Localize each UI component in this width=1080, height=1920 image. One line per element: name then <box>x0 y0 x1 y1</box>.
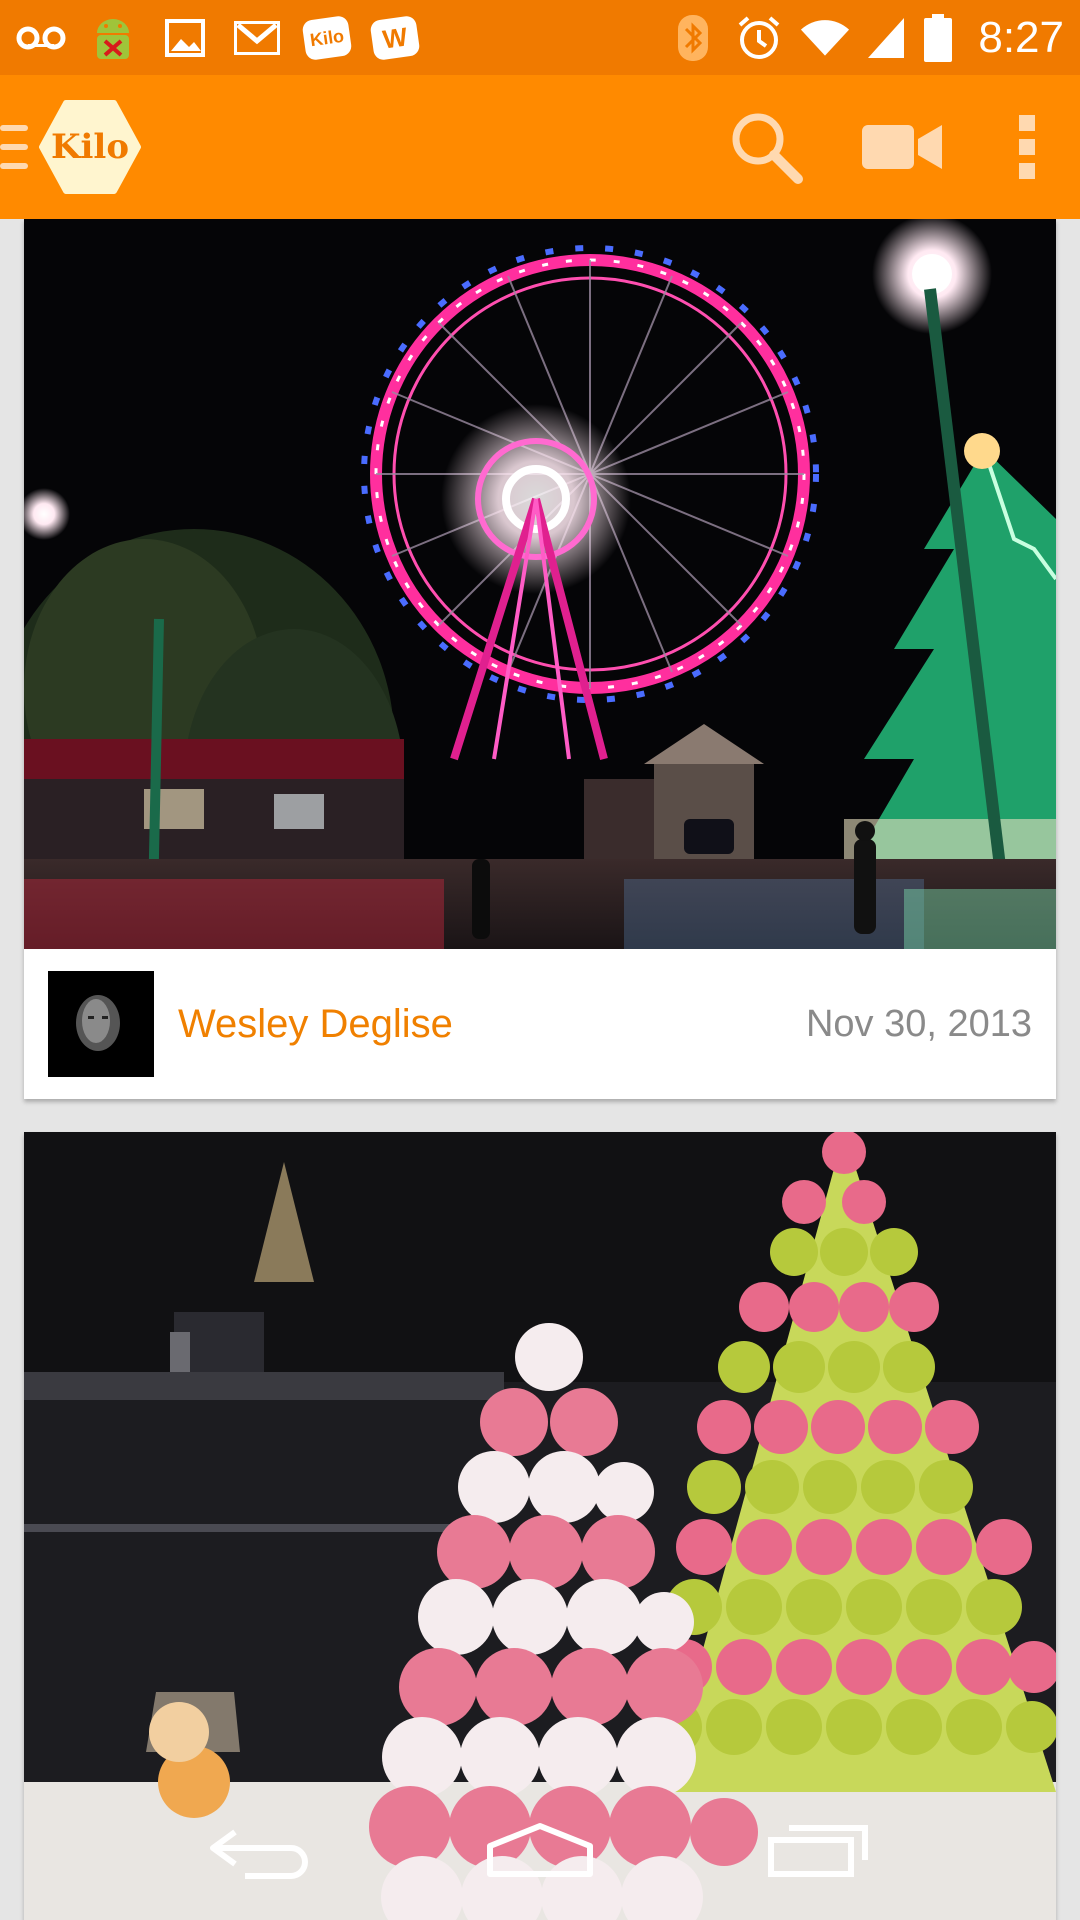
video-camera-icon <box>862 125 942 169</box>
system-icons: 8:27 <box>668 13 1064 63</box>
voicemail-icon <box>16 13 66 63</box>
status-clock: 8:27 <box>978 12 1064 62</box>
gmail-icon <box>232 13 282 63</box>
post-card[interactable]: Wesley Deglise Nov 30, 2013 <box>24 219 1056 1099</box>
author-avatar[interactable] <box>48 971 154 1077</box>
app-bar-actions <box>680 75 1080 219</box>
home-icon <box>487 1823 593 1877</box>
app-bar: Kilo <box>0 75 1080 219</box>
logo-text: Kilo <box>50 127 130 167</box>
recents-icon <box>768 1825 868 1877</box>
video-button[interactable] <box>852 97 952 197</box>
post-date: Nov 30, 2013 <box>805 1002 1032 1045</box>
post-footer: Wesley Deglise Nov 30, 2013 <box>24 949 1056 1099</box>
navigation-bar <box>0 1780 1080 1920</box>
notification-icons: Kilo W <box>16 13 421 63</box>
android-debug-icon <box>88 13 138 63</box>
post-photo-ferris-wheel[interactable] <box>24 219 1056 949</box>
overflow-menu-button[interactable] <box>1012 97 1042 197</box>
signal-icon <box>866 13 906 63</box>
wifi-icon <box>800 13 850 63</box>
home-button[interactable] <box>470 1800 610 1900</box>
search-icon <box>732 113 803 184</box>
kilo-logo[interactable]: Kilo <box>38 99 142 195</box>
photo-feed[interactable]: Wesley Deglise Nov 30, 2013 <box>0 219 1080 1920</box>
back-icon <box>210 1829 308 1879</box>
w-notification-icon: W <box>369 14 421 61</box>
back-button[interactable] <box>190 1800 330 1900</box>
search-button[interactable] <box>716 97 816 197</box>
status-bar: Kilo W 8:27 <box>0 0 1080 75</box>
post-author[interactable]: Wesley Deglise <box>178 1002 453 1047</box>
kilo-notification-icon: Kilo <box>301 14 353 61</box>
overflow-menu-icon <box>1019 115 1035 179</box>
gallery-icon <box>160 13 210 63</box>
drawer-indicator-icon[interactable] <box>0 125 28 169</box>
recents-button[interactable] <box>750 1800 890 1900</box>
battery-icon <box>922 13 954 63</box>
alarm-icon <box>734 13 784 63</box>
bluetooth-icon <box>668 13 718 63</box>
